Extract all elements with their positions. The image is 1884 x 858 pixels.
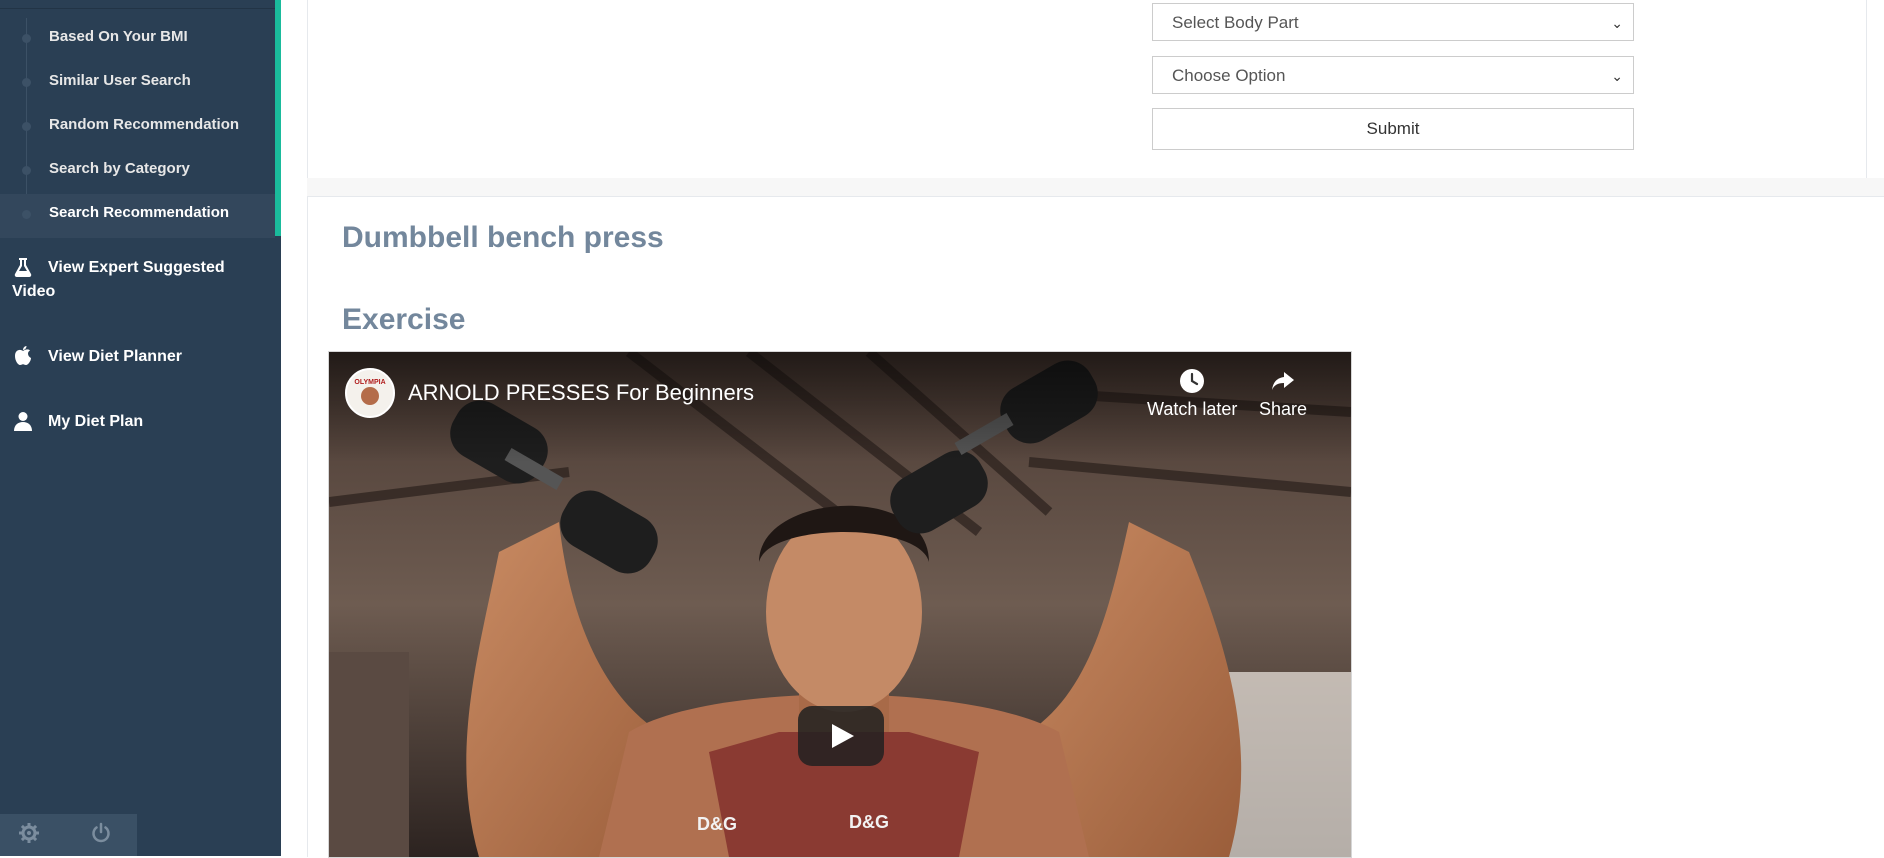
gear-icon[interactable] [16, 822, 42, 848]
shirt-logo-left: D&G [697, 814, 737, 834]
power-icon[interactable] [88, 822, 114, 848]
search-form-panel: Select Body Part ⌄ Choose Option ⌄ Submi… [307, 0, 1867, 179]
apple-icon [12, 345, 34, 367]
sidebar-item-label: Based On Your BMI [49, 28, 188, 45]
exercise-name-heading: Dumbbell bench press [342, 221, 664, 254]
section-heading: Exercise [342, 303, 466, 336]
sidebar-item-label: My Diet Plan [48, 413, 144, 430]
video-title[interactable]: ARNOLD PRESSES For Beginners [408, 380, 754, 406]
sidebar-item-random-recommendation[interactable]: Random Recommendation [0, 106, 275, 150]
play-button[interactable] [798, 706, 884, 766]
bullet-icon [22, 34, 31, 43]
option-select[interactable]: Choose Option ⌄ [1152, 56, 1634, 94]
video-player[interactable]: OLYMPIA ARNOLD PRESSES For Beginners Wat… [328, 351, 1352, 858]
bullet-icon [22, 210, 31, 219]
sidebar: Based On Your BMI Similar User Search Ra… [0, 0, 281, 856]
play-icon [832, 724, 854, 748]
sidebar-item-similar-user-search[interactable]: Similar User Search [0, 62, 275, 106]
watch-later-button[interactable]: Watch later [1147, 368, 1237, 420]
submit-button[interactable]: Submit [1152, 108, 1634, 150]
chevron-down-icon: ⌄ [1611, 68, 1623, 84]
option-select-value: Choose Option [1172, 66, 1286, 85]
watch-later-label: Watch later [1147, 399, 1238, 419]
share-button[interactable]: Share [1259, 368, 1307, 420]
recommendation-submenu: Based On Your BMI Similar User Search Ra… [0, 18, 275, 238]
sidebar-item-label: Random Recommendation [49, 116, 240, 133]
user-icon [12, 410, 34, 432]
sidebar-divider [0, 0, 281, 9]
sidebar-item-label: Search Recommendation [49, 204, 230, 221]
channel-avatar[interactable]: OLYMPIA [345, 368, 395, 418]
sidebar-item-diet-planner[interactable]: View Diet Planner [0, 345, 275, 371]
bullet-icon [22, 166, 31, 175]
body-part-select-value: Select Body Part [1172, 13, 1299, 32]
share-icon [1272, 372, 1295, 390]
sidebar-item-label: Search by Category [49, 160, 190, 177]
sidebar-item-search-recommendation[interactable]: Search Recommendation [0, 194, 275, 238]
sidebar-item-expert-video[interactable]: View Expert Suggested Video [0, 256, 275, 306]
sidebar-item-search-by-category[interactable]: Search by Category [0, 150, 275, 194]
sidebar-item-my-diet-plan[interactable]: My Diet Plan [0, 410, 275, 436]
chevron-down-icon: ⌄ [1611, 15, 1623, 31]
body-part-select[interactable]: Select Body Part ⌄ [1152, 3, 1634, 41]
bullet-icon [22, 122, 31, 131]
sidebar-item-label: View Expert Suggested Video [12, 259, 225, 300]
bullet-icon [22, 78, 31, 87]
sidebar-footer [0, 814, 137, 856]
sidebar-item-label: Similar User Search [49, 72, 191, 89]
share-label: Share [1259, 399, 1308, 419]
clock-icon [1180, 369, 1205, 393]
main-content: Select Body Part ⌄ Choose Option ⌄ Submi… [281, 0, 1884, 858]
sidebar-item-based-on-bmi[interactable]: Based On Your BMI [0, 18, 275, 62]
channel-avatar-text: OLYMPIA [354, 379, 385, 386]
sidebar-item-label: View Diet Planner [48, 348, 182, 365]
panel-gap [307, 178, 1884, 196]
shirt-logo-right: D&G [849, 812, 889, 832]
